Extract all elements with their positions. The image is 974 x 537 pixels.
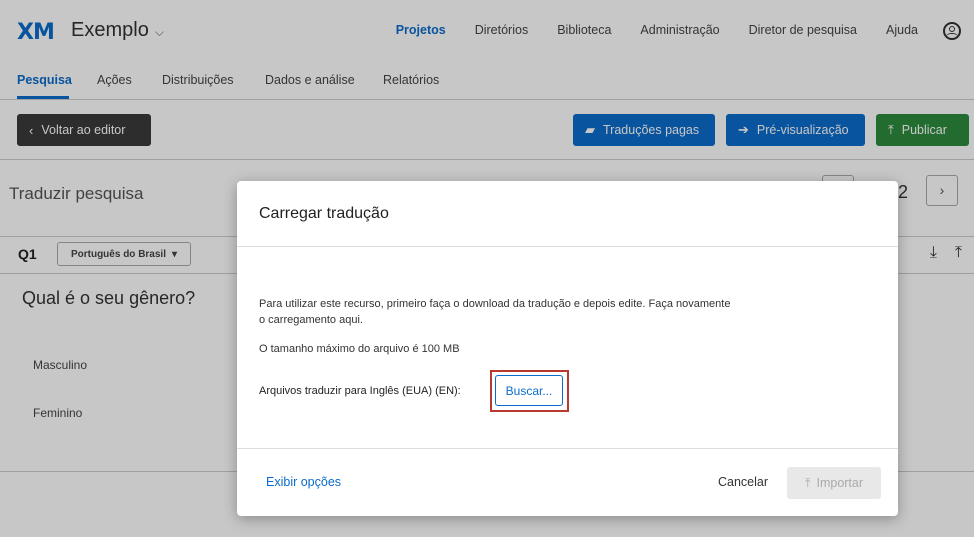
upload-translation-dialog: Carregar tradução Para utilizar este rec… — [237, 181, 898, 516]
browse-button[interactable]: Buscar... — [495, 375, 563, 406]
dialog-title: Carregar tradução — [259, 205, 389, 222]
dialog-description: Para utilizar este recurso, primeiro faç… — [259, 298, 731, 326]
max-file-size: O tamanho máximo do arquivo é 100 MB — [259, 343, 460, 355]
import-button[interactable]: ⤒ Importar — [787, 467, 881, 499]
files-label: Arquivos traduzir para Inglês (EUA) (EN)… — [259, 385, 461, 397]
upload-icon: ⤒ — [804, 475, 811, 490]
import-label: Importar — [816, 476, 864, 490]
dialog-header: Carregar tradução — [237, 181, 898, 247]
dialog-footer: Exibir opções Cancelar ⤒ Importar — [237, 448, 898, 516]
cancel-button[interactable]: Cancelar — [718, 475, 768, 489]
show-options-link[interactable]: Exibir opções — [266, 475, 341, 489]
